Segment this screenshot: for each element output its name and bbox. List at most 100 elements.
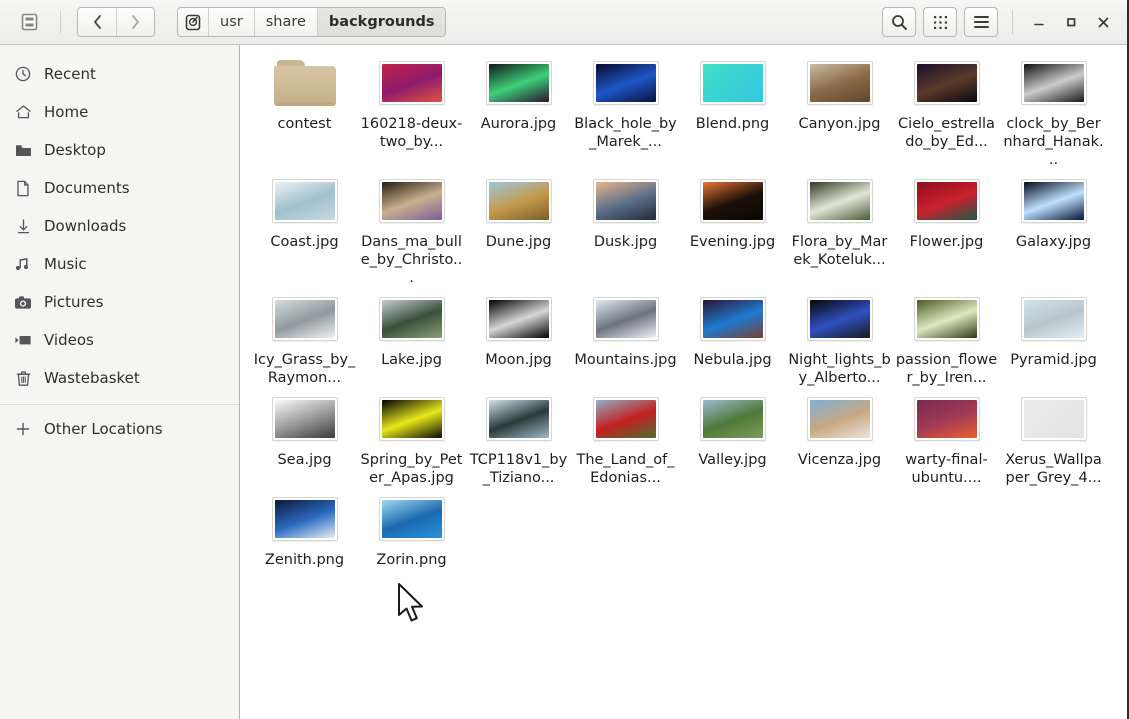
file-name-label: Valley.jpg xyxy=(681,451,784,469)
file-item[interactable]: Icy_Grass_by_Raymon... xyxy=(251,287,358,387)
file-item[interactable]: Dusk.jpg xyxy=(572,169,679,287)
sidebar-item-videos[interactable]: Videos xyxy=(0,321,239,359)
minimize-button[interactable] xyxy=(1023,7,1055,37)
file-item[interactable]: Evening.jpg xyxy=(679,169,786,287)
sidebar-item-pictures[interactable]: Pictures xyxy=(0,283,239,321)
sidebar-item-other-locations[interactable]: Other Locations xyxy=(0,410,239,448)
sidebar-item-label: Desktop xyxy=(44,141,106,159)
image-thumbnail xyxy=(486,297,552,341)
sidebar-toggle-button[interactable] xyxy=(14,7,44,37)
file-name-label: Blend.png xyxy=(681,115,784,133)
sidebar-item-downloads[interactable]: Downloads xyxy=(0,207,239,245)
header-right-group xyxy=(875,7,1119,37)
file-item[interactable]: Mountains.jpg xyxy=(572,287,679,387)
file-item[interactable]: Pyramid.jpg xyxy=(1000,287,1107,387)
file-thumbnail xyxy=(786,173,893,229)
file-thumbnail xyxy=(1000,173,1107,229)
search-button[interactable] xyxy=(882,7,916,37)
file-item[interactable]: contest xyxy=(251,51,358,169)
file-item[interactable]: Night_lights_by_Alberto... xyxy=(786,287,893,387)
sidebar-item-recent[interactable]: Recent xyxy=(0,55,239,93)
file-item[interactable]: Zorin.png xyxy=(358,487,465,569)
file-name-label: Zorin.png xyxy=(360,551,463,569)
home-icon xyxy=(14,103,32,121)
grid-view-icon xyxy=(933,15,948,30)
file-item[interactable]: Xerus_Wallpaper_Grey_4... xyxy=(1000,387,1107,487)
file-thumbnail xyxy=(1000,391,1107,447)
file-list-view[interactable]: contest160218-deux-two_by...Aurora.jpgBl… xyxy=(240,45,1127,719)
file-thumbnail xyxy=(251,291,358,347)
file-item[interactable]: 160218-deux-two_by... xyxy=(358,51,465,169)
sidebar-item-label: Wastebasket xyxy=(44,369,140,387)
file-manager-window: usr share backgrounds xyxy=(0,0,1129,719)
breadcrumb: usr share backgrounds xyxy=(177,7,446,37)
file-thumbnail xyxy=(465,55,572,111)
file-item[interactable]: Lake.jpg xyxy=(358,287,465,387)
file-item[interactable]: clock_by_Bernhard_Hanak... xyxy=(1000,51,1107,169)
file-name-label: TCP118v1_by_Tiziano... xyxy=(467,451,570,487)
file-thumbnail xyxy=(679,55,786,111)
file-item[interactable]: warty-final-ubuntu.... xyxy=(893,387,1000,487)
file-thumbnail xyxy=(572,173,679,229)
file-item[interactable]: Nebula.jpg xyxy=(679,287,786,387)
file-item[interactable]: Flora_by_Marek_Koteluk... xyxy=(786,169,893,287)
breadcrumb-item-share[interactable]: share xyxy=(254,8,317,36)
sidebar-item-home[interactable]: Home xyxy=(0,93,239,131)
file-item[interactable]: Galaxy.jpg xyxy=(1000,169,1107,287)
file-item[interactable]: Dans_ma_bulle_by_Christo... xyxy=(358,169,465,287)
image-thumbnail xyxy=(914,61,980,105)
image-thumbnail xyxy=(379,397,445,441)
sidebar-item-wastebasket[interactable]: Wastebasket xyxy=(0,359,239,397)
maximize-icon xyxy=(1064,15,1078,29)
file-name-label: Black_hole_by_Marek_... xyxy=(574,115,677,151)
breadcrumb-item-device[interactable] xyxy=(178,8,208,36)
back-button[interactable] xyxy=(78,8,116,36)
file-item[interactable]: Black_hole_by_Marek_... xyxy=(572,51,679,169)
file-item[interactable]: Blend.png xyxy=(679,51,786,169)
image-thumbnail xyxy=(1021,297,1087,341)
document-icon xyxy=(14,179,32,197)
file-item[interactable]: Flower.jpg xyxy=(893,169,1000,287)
music-note-icon xyxy=(14,255,32,273)
file-thumbnail xyxy=(251,491,358,547)
breadcrumb-item-backgrounds[interactable]: backgrounds xyxy=(317,8,446,36)
file-thumbnail xyxy=(893,55,1000,111)
forward-button[interactable] xyxy=(116,8,154,36)
main-menu-button[interactable] xyxy=(964,7,998,37)
file-item[interactable]: Aurora.jpg xyxy=(465,51,572,169)
file-item[interactable]: Vicenza.jpg xyxy=(786,387,893,487)
file-item[interactable]: passion_flower_by_Iren... xyxy=(893,287,1000,387)
file-item[interactable]: Sea.jpg xyxy=(251,387,358,487)
file-thumbnail xyxy=(251,173,358,229)
file-item[interactable]: Cielo_estrellado_by_Ed... xyxy=(893,51,1000,169)
file-item[interactable]: The_Land_of_Edonias... xyxy=(572,387,679,487)
file-item[interactable]: Valley.jpg xyxy=(679,387,786,487)
file-thumbnail xyxy=(251,55,358,111)
file-name-label: Dans_ma_bulle_by_Christo... xyxy=(360,233,463,287)
file-name-label: Cielo_estrellado_by_Ed... xyxy=(895,115,998,151)
file-item[interactable]: Dune.jpg xyxy=(465,169,572,287)
image-thumbnail xyxy=(379,179,445,223)
file-name-label: passion_flower_by_Iren... xyxy=(895,351,998,387)
sidebar-item-desktop[interactable]: Desktop xyxy=(0,131,239,169)
view-mode-button[interactable] xyxy=(923,7,957,37)
file-item[interactable]: TCP118v1_by_Tiziano... xyxy=(465,387,572,487)
image-thumbnail xyxy=(807,297,873,341)
file-item[interactable]: Coast.jpg xyxy=(251,169,358,287)
breadcrumb-item-usr[interactable]: usr xyxy=(208,8,254,36)
file-item[interactable]: Canyon.jpg xyxy=(786,51,893,169)
image-thumbnail xyxy=(914,397,980,441)
image-thumbnail xyxy=(593,397,659,441)
file-item[interactable]: Spring_by_Peter_Apas.jpg xyxy=(358,387,465,487)
file-name-label: 160218-deux-two_by... xyxy=(360,115,463,151)
image-thumbnail xyxy=(272,297,338,341)
sidebar-item-music[interactable]: Music xyxy=(0,245,239,283)
file-item[interactable]: Moon.jpg xyxy=(465,287,572,387)
file-item[interactable]: Zenith.png xyxy=(251,487,358,569)
file-thumbnail xyxy=(358,173,465,229)
file-name-label: Aurora.jpg xyxy=(467,115,570,133)
sidebar-item-documents[interactable]: Documents xyxy=(0,169,239,207)
close-button[interactable] xyxy=(1087,7,1119,37)
maximize-button[interactable] xyxy=(1055,7,1087,37)
file-name-label: Evening.jpg xyxy=(681,233,784,251)
